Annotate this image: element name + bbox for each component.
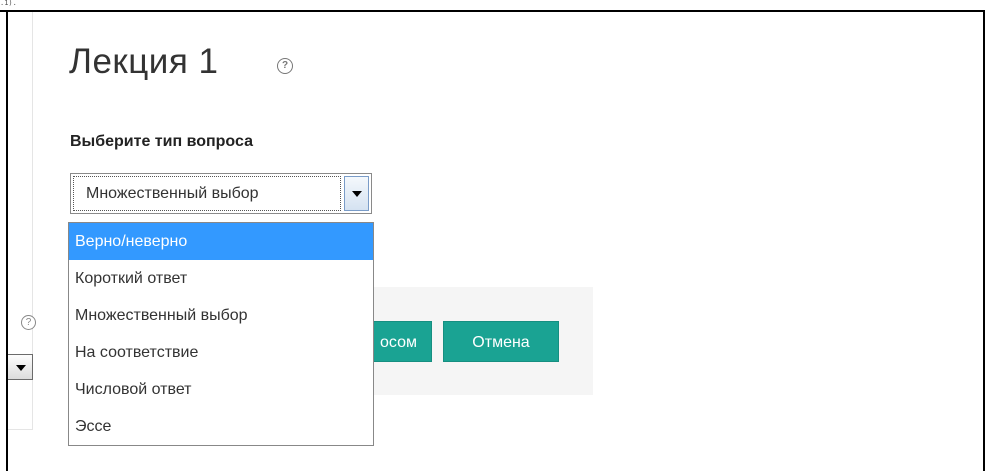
dropdown-option-matching[interactable]: На соответствие <box>69 334 373 371</box>
question-type-dropdown-list: Верно/неверно Короткий ответ Множественн… <box>68 222 374 446</box>
dropdown-option-true-false[interactable]: Верно/неверно <box>69 223 373 260</box>
dropdown-option-essay[interactable]: Эссе <box>69 408 373 445</box>
question-type-selected-value: Множественный выбор <box>86 185 259 202</box>
question-type-select[interactable]: Множественный выбор <box>70 173 372 214</box>
cancel-button[interactable]: Отмена <box>443 321 559 362</box>
chevron-down-icon <box>352 191 362 197</box>
dropdown-option-multiple-choice[interactable]: Множественный выбор <box>69 297 373 334</box>
left-select-arrow-button[interactable] <box>8 354 33 380</box>
left-help-icon[interactable]: ? <box>21 315 36 330</box>
chevron-down-icon <box>16 365 26 371</box>
frame-top-border <box>0 10 985 12</box>
frame-left-border <box>6 10 8 471</box>
page-title: Лекция 1 <box>69 42 219 81</box>
dropdown-option-numerical[interactable]: Числовой ответ <box>69 371 373 408</box>
question-type-label: Выберите тип вопроса <box>70 133 253 150</box>
question-type-dropdown-button[interactable] <box>344 176 369 211</box>
top-corner-artifact: .1). <box>0 0 17 7</box>
left-column-bottom-divider <box>8 429 33 430</box>
help-icon[interactable]: ? <box>277 58 293 74</box>
dropdown-option-short-answer[interactable]: Короткий ответ <box>69 260 373 297</box>
